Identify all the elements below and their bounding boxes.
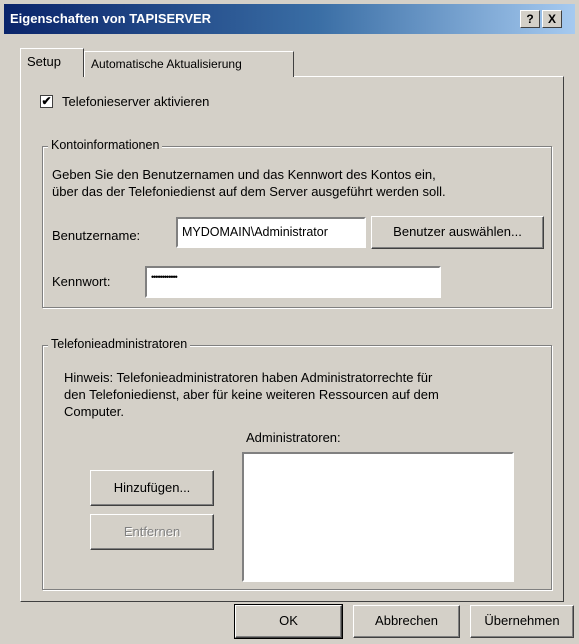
- password-field[interactable]: ••••••••••••: [145, 266, 441, 298]
- tab-automatic-update[interactable]: Automatische Aktualisierung: [84, 51, 294, 77]
- username-field[interactable]: MYDOMAIN\Administrator: [176, 217, 366, 248]
- account-description-line2: über das der Telefoniedienst auf dem Ser…: [52, 184, 446, 199]
- remove-admin-button[interactable]: Entfernen: [90, 514, 214, 550]
- close-button[interactable]: X: [542, 10, 562, 28]
- admins-hint-line1: Hinweis: Telefonieadministratoren haben …: [64, 370, 433, 385]
- add-admin-button[interactable]: Hinzufügen...: [90, 470, 214, 506]
- help-button[interactable]: ?: [520, 10, 540, 28]
- cancel-button[interactable]: Abbrechen: [353, 605, 460, 638]
- username-label: Benutzername:: [52, 228, 141, 243]
- apply-button[interactable]: Übernehmen: [470, 605, 574, 638]
- title-bar[interactable]: Eigenschaften von TAPISERVER ? X: [4, 4, 575, 34]
- telephony-admins-legend: Telefonieadministratoren: [48, 337, 191, 351]
- ok-button[interactable]: OK: [234, 604, 343, 639]
- account-description-line1: Geben Sie den Benutzernamen und das Kenn…: [52, 167, 436, 182]
- account-info-legend: Kontoinformationen: [48, 138, 163, 152]
- window-title: Eigenschaften von TAPISERVER: [10, 11, 212, 26]
- administrators-listbox[interactable]: [242, 452, 514, 582]
- select-user-button[interactable]: Benutzer auswählen...: [371, 216, 544, 249]
- properties-dialog: Eigenschaften von TAPISERVER ? X Setup A…: [0, 0, 579, 644]
- enable-telephony-server-checkbox[interactable]: ✔: [40, 95, 53, 108]
- administrators-list-label: Administratoren:: [246, 430, 341, 445]
- tab-setup[interactable]: Setup: [20, 48, 84, 77]
- admins-hint-line3: Computer.: [64, 404, 124, 419]
- password-label: Kennwort:: [52, 274, 111, 289]
- admins-hint-line2: den Telefoniedienst, aber für keine weit…: [64, 387, 439, 402]
- enable-telephony-server-label[interactable]: Telefonieserver aktivieren: [62, 94, 209, 109]
